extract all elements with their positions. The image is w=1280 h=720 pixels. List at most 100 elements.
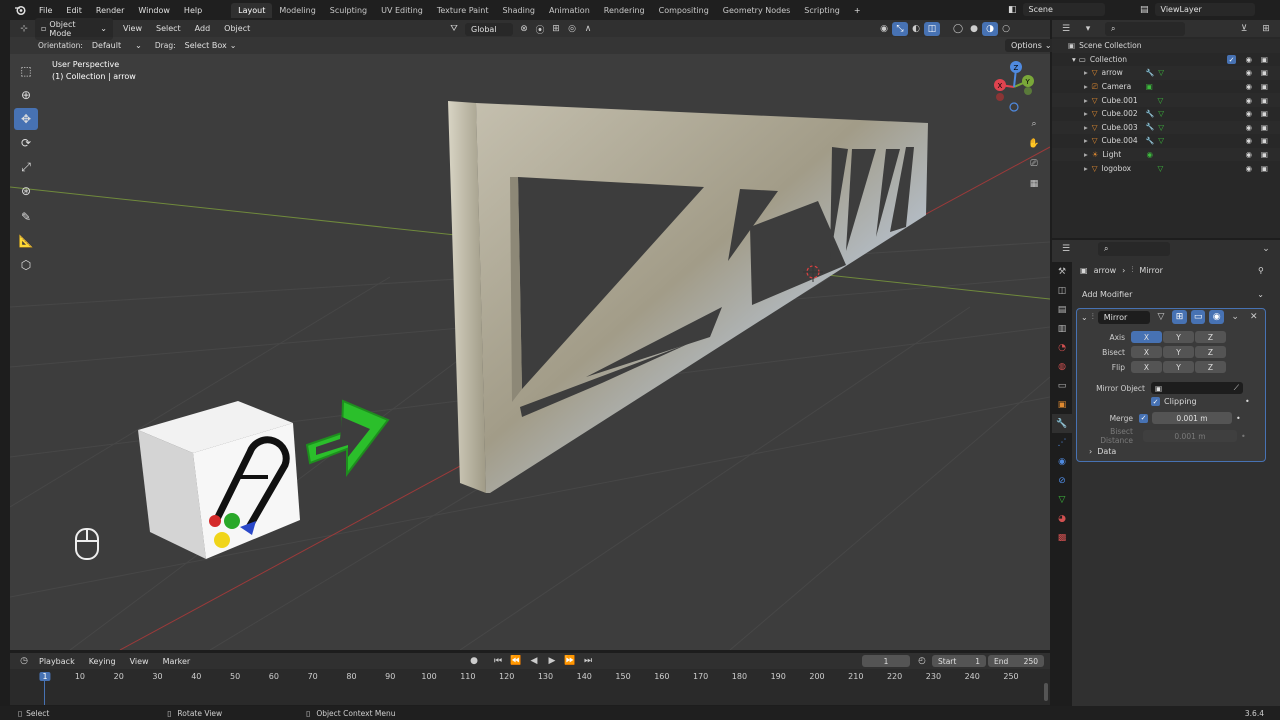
- constraints-tab-icon[interactable]: ⊘: [1052, 471, 1072, 490]
- bisect-z-button[interactable]: Z: [1195, 346, 1226, 358]
- eyedropper-icon[interactable]: ⟋: [1234, 383, 1239, 393]
- timeline-menu-playback[interactable]: Playback: [32, 657, 82, 666]
- gizmo-toggle-icon[interactable]: ⤡: [892, 22, 908, 36]
- camera-view-icon[interactable]: ⎚: [1026, 157, 1042, 171]
- clipping-checkbox[interactable]: ✓: [1151, 397, 1160, 406]
- exclude-checkbox[interactable]: ✓: [1227, 55, 1236, 65]
- keyframe-dot-icon[interactable]: •: [1236, 414, 1241, 423]
- falloff-icon[interactable]: ∧: [580, 22, 596, 36]
- mirror-object-field[interactable]: ▣ ⟋: [1151, 382, 1243, 394]
- properties-editor-icon[interactable]: ☰: [1058, 242, 1074, 256]
- scale-tool-icon[interactable]: ⤢: [14, 156, 38, 178]
- record-icon[interactable]: ●: [466, 654, 482, 668]
- timeline-menu-keying[interactable]: Keying: [82, 657, 123, 666]
- flip-y-button[interactable]: Y: [1163, 361, 1194, 373]
- workspace-tab-compositing[interactable]: Compositing: [652, 3, 716, 18]
- workspace-tab-shading[interactable]: Shading: [495, 3, 542, 18]
- flip-z-button[interactable]: Z: [1195, 361, 1226, 373]
- render-camera-icon[interactable]: ▣: [1261, 55, 1268, 64]
- snap-target-icon[interactable]: ⊞: [548, 22, 564, 36]
- workspace-tab-layout[interactable]: Layout: [231, 2, 273, 18]
- transform-orientation-icon[interactable]: ⛛: [446, 22, 462, 36]
- render-camera-icon[interactable]: ▣: [1261, 136, 1268, 145]
- outliner-item-cube-004[interactable]: ▸ ▽ Cube.004 🔧 ▽ ◉ ▣: [1052, 134, 1280, 148]
- bisect-y-button[interactable]: Y: [1163, 346, 1194, 358]
- display-mode-icon[interactable]: ▾: [1080, 22, 1096, 36]
- expand-arrow-icon[interactable]: ▸: [1084, 109, 1088, 118]
- editor-type-icon[interactable]: ⊹: [16, 22, 32, 36]
- eye-icon[interactable]: ◉: [1245, 136, 1252, 145]
- properties-search-input[interactable]: ⌕: [1098, 241, 1170, 256]
- render-camera-icon[interactable]: ▣: [1261, 68, 1268, 77]
- workspace-tab-texture-paint[interactable]: Texture Paint: [430, 3, 496, 18]
- outliner-item-cube-002[interactable]: ▸ ▽ Cube.002 🔧 ▽ ◉ ▣: [1052, 107, 1280, 121]
- render-camera-icon[interactable]: ▣: [1261, 96, 1268, 105]
- collapse-arrow-icon[interactable]: ⌄: [1081, 313, 1088, 322]
- timeline-scrollbar[interactable]: [1044, 683, 1048, 701]
- eye-icon[interactable]: ◉: [1245, 109, 1252, 118]
- keyframe-dot-icon[interactable]: •: [1245, 397, 1250, 406]
- overlay-icon[interactable]: ◐: [908, 22, 924, 36]
- start-frame-field[interactable]: Start 1: [932, 655, 986, 667]
- jump-end-icon[interactable]: ⏭: [580, 654, 596, 668]
- material-shading-icon[interactable]: ◑: [982, 22, 998, 36]
- viewport-menu-add[interactable]: Add: [188, 24, 218, 33]
- filter-icon[interactable]: ⊻: [1236, 22, 1252, 36]
- collection-tab-icon[interactable]: ▭: [1052, 376, 1072, 395]
- data-subpanel-header[interactable]: › Data: [1089, 447, 1116, 456]
- rotate-tool-icon[interactable]: ⟳: [14, 132, 38, 154]
- view-layer-tab-icon[interactable]: ▥: [1052, 319, 1072, 338]
- transform-space-dropdown[interactable]: Global: [465, 22, 513, 36]
- view-layer-selector[interactable]: ▤ ViewLayer: [1140, 3, 1258, 16]
- scene-field[interactable]: Scene: [1022, 3, 1105, 16]
- outliner-item-camera[interactable]: ▸ ⎚ Camera ▣ ◉ ▣: [1052, 80, 1280, 94]
- proportional-edit-icon[interactable]: ◎: [564, 22, 580, 36]
- render-camera-icon[interactable]: ▣: [1261, 150, 1268, 159]
- add-workspace-button[interactable]: +: [847, 6, 868, 15]
- clock-icon[interactable]: ◴: [914, 654, 930, 668]
- expand-arrow-icon[interactable]: ▸: [1084, 123, 1088, 132]
- merge-checkbox[interactable]: ✓: [1139, 413, 1148, 423]
- outliner-item-logobox[interactable]: ▸ ▽ logobox ▽ ◉ ▣: [1052, 161, 1280, 175]
- close-icon[interactable]: ✕: [1246, 310, 1261, 324]
- workspace-tab-uv-editing[interactable]: UV Editing: [374, 3, 430, 18]
- xray-icon[interactable]: ◫: [924, 22, 940, 36]
- viewport-menu-view[interactable]: View: [116, 24, 149, 33]
- material-tab-icon[interactable]: ◕: [1052, 509, 1072, 528]
- chevron-down-icon[interactable]: ⌄: [1228, 310, 1243, 324]
- merge-distance-field[interactable]: 0.001 m: [1152, 412, 1232, 424]
- menu-render[interactable]: Render: [89, 6, 131, 15]
- world-tab-icon[interactable]: ◍: [1052, 357, 1072, 376]
- eye-icon[interactable]: ◉: [1245, 55, 1252, 64]
- render-toggle-icon[interactable]: ◉: [1209, 310, 1224, 324]
- expand-arrow-icon[interactable]: ▸: [1084, 82, 1088, 91]
- outliner-item-cube-003[interactable]: ▸ ▽ Cube.003 🔧 ▽ ◉ ▣: [1052, 120, 1280, 135]
- pin-icon[interactable]: ⚲: [1258, 266, 1264, 275]
- workspace-tab-rendering[interactable]: Rendering: [597, 3, 652, 18]
- eye-icon[interactable]: ◉: [1245, 96, 1252, 105]
- scene-collection-row[interactable]: ▣ Scene Collection: [1052, 39, 1280, 53]
- expand-arrow-icon[interactable]: ▾: [1072, 55, 1076, 64]
- rendered-shading-icon[interactable]: ○: [998, 22, 1014, 36]
- axis-x-button[interactable]: X: [1131, 331, 1162, 343]
- axis-z-button[interactable]: Z: [1195, 331, 1226, 343]
- workspace-tab-animation[interactable]: Animation: [542, 3, 597, 18]
- navigation-gizmo[interactable]: X Y Z: [988, 59, 1040, 115]
- snap-icon[interactable]: ⦿: [532, 22, 548, 36]
- viewport-display-toggle-icon[interactable]: ▭: [1190, 310, 1206, 324]
- measure-tool-icon[interactable]: 📐: [14, 230, 38, 252]
- eye-icon[interactable]: ◉: [1245, 68, 1252, 77]
- clipping-row[interactable]: ✓ Clipping •: [1151, 397, 1250, 406]
- menu-window[interactable]: Window: [131, 6, 177, 15]
- workspace-tab-geometry-nodes[interactable]: Geometry Nodes: [716, 3, 797, 18]
- annotate-tool-icon[interactable]: ✎: [14, 206, 38, 228]
- menu-file[interactable]: File: [32, 6, 59, 15]
- outliner-editor-icon[interactable]: ☰: [1058, 22, 1074, 36]
- outliner-item-arrow[interactable]: ▸ ▽ arrow 🔧 ▽ ◉ ▣: [1052, 66, 1280, 80]
- workspace-tab-modeling[interactable]: Modeling: [272, 3, 322, 18]
- output-tab-icon[interactable]: ▤: [1052, 300, 1072, 319]
- 3d-viewport[interactable]: User Perspective (1) Collection | arrow …: [10, 37, 1050, 650]
- timeline-body[interactable]: 1 10 20 30 40 50 60 70 80 90 100 110 120 130 140 150 160…: [10, 669, 1050, 705]
- end-frame-field[interactable]: End 250: [988, 655, 1044, 667]
- wireframe-shading-icon[interactable]: ◯: [950, 22, 966, 36]
